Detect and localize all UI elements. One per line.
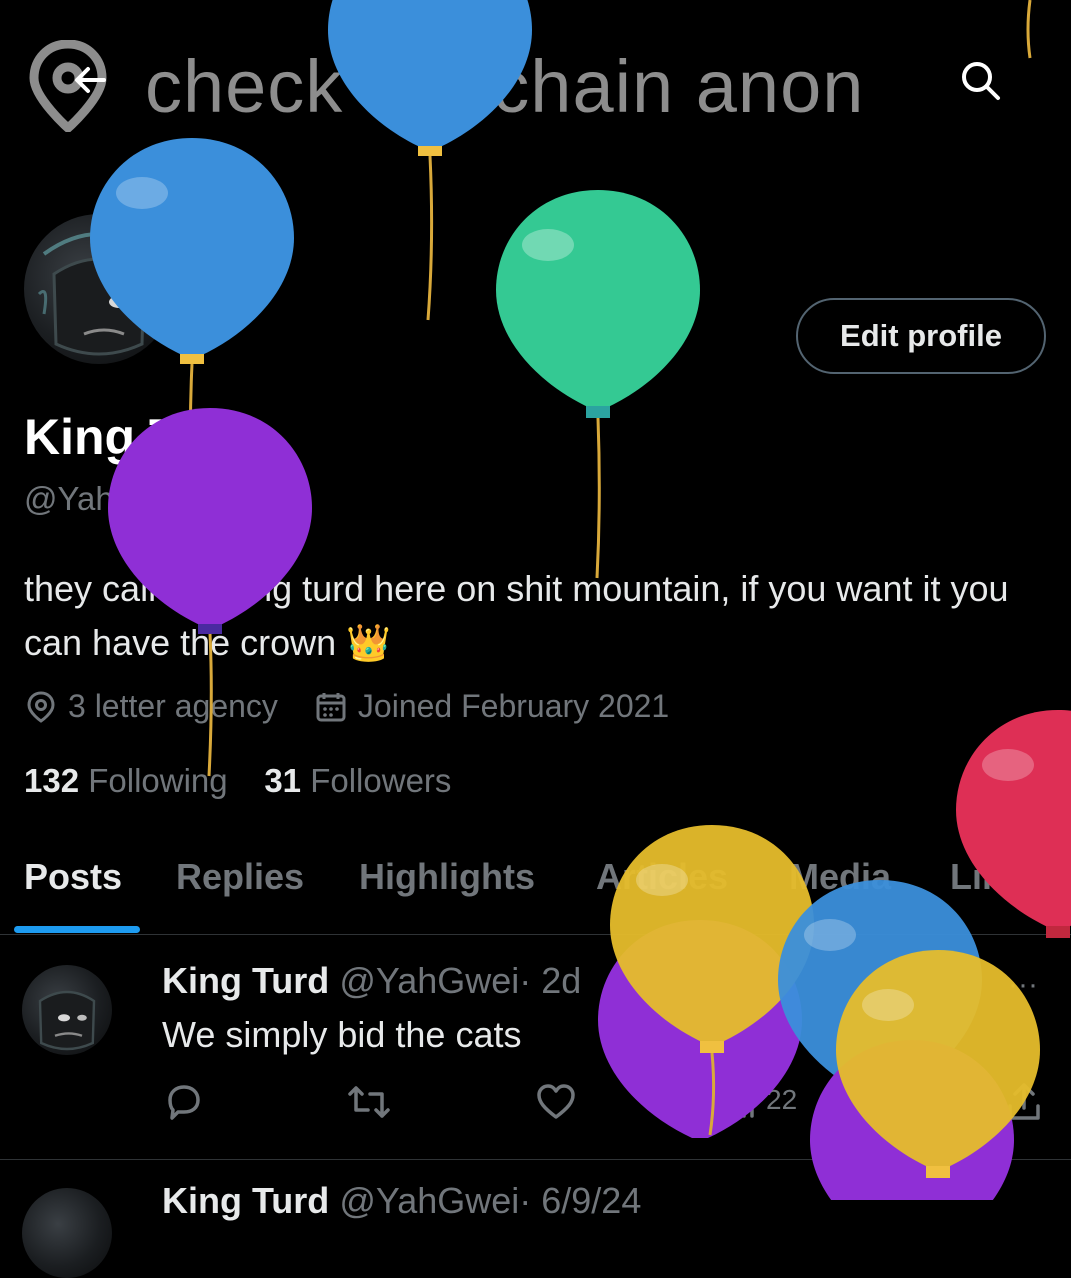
share-icon [1008, 1083, 1040, 1120]
share-button[interactable] [1004, 1080, 1044, 1124]
profile-stats: 132 Following 31 Followers [24, 762, 451, 800]
profile-joined: Joined February 2021 [314, 688, 669, 725]
tab-media[interactable]: Media [789, 856, 891, 898]
back-button[interactable] [62, 52, 118, 108]
reply-button[interactable] [162, 1080, 206, 1124]
reply-icon [168, 1085, 200, 1120]
profile-banner: check the chain anon [0, 0, 1071, 190]
like-button[interactable] [534, 1080, 578, 1124]
tab-replies[interactable]: Replies [176, 856, 304, 898]
profile-handle: @YahGwei [24, 480, 189, 517]
post-avatar[interactable] [22, 965, 112, 1055]
balloon-icon [496, 190, 700, 579]
bio-text: they call me king turd here on shit moun… [24, 568, 1009, 663]
back-arrow-icon [75, 67, 106, 93]
banner-text: check the chain anon [145, 45, 865, 128]
following-label: Following [88, 762, 228, 799]
profile-location: 3 letter agency [24, 688, 278, 725]
following-count: 132 [24, 762, 80, 799]
profile-tabs: Posts Replies Highlights Articles Media … [0, 840, 1071, 935]
search-icon [962, 62, 1000, 100]
crown-emoji: 👑 [346, 622, 392, 663]
tab-likes[interactable]: Likes [950, 856, 1042, 898]
views-count: 22 [766, 1084, 798, 1115]
edit-profile-button[interactable]: Edit profile [796, 298, 1046, 374]
post-more-button[interactable]: ··· [1008, 968, 1038, 1002]
tab-highlights[interactable]: Highlights [359, 856, 535, 898]
avatar-face-drawing [37, 232, 156, 356]
following-link[interactable]: 132 Following [24, 762, 228, 799]
post-text: We simply bid the cats [162, 1014, 522, 1055]
followers-label: Followers [310, 762, 452, 799]
tab-articles[interactable]: Articles [596, 856, 728, 898]
views-button[interactable]: 22 [722, 1080, 797, 1120]
views-icon [726, 1084, 754, 1118]
post-header: King Turd @YahGwei· 6/9/24 [162, 1180, 641, 1222]
profile-meta: 3 letter agency Joined February 2021 [24, 688, 695, 725]
calendar-icon [316, 692, 346, 721]
profile-bio: they call me king turd here on shit moun… [24, 562, 1034, 670]
like-icon [537, 1084, 575, 1119]
post-author-handle[interactable]: @YahGwei [339, 960, 519, 1001]
followers-count: 31 [264, 762, 302, 799]
active-tab-indicator [14, 926, 140, 933]
joined-text: Joined February 2021 [357, 688, 670, 724]
post-author-name[interactable]: King Turd [162, 960, 329, 1001]
search-button[interactable] [952, 52, 1008, 108]
location-text: 3 letter agency [68, 688, 278, 724]
post-avatar[interactable] [22, 1188, 112, 1278]
location-pin-icon [27, 690, 55, 723]
profile-avatar[interactable] [20, 210, 178, 368]
post-time[interactable]: · 6/9/24 [519, 1180, 641, 1221]
repost-button[interactable] [346, 1080, 392, 1124]
followers-link[interactable]: 31 Followers [264, 762, 451, 799]
tab-posts[interactable]: Posts [24, 856, 122, 898]
post-author-name[interactable]: King Turd [162, 1180, 329, 1221]
profile-display-name: King Turd [24, 409, 257, 465]
post-time[interactable]: · 2d [519, 960, 581, 1001]
avatar-face-drawing [38, 990, 96, 1051]
repost-icon [348, 1086, 390, 1118]
post-author-handle[interactable]: @YahGwei [339, 1180, 519, 1221]
post-header: King Turd @YahGwei· 2d [162, 960, 581, 1002]
